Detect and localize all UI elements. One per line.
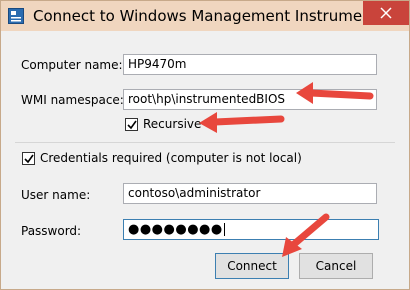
close-button[interactable] (363, 1, 409, 25)
user-name-input[interactable]: contoso\administrator (123, 183, 377, 204)
computer-name-label: Computer name: (21, 58, 123, 72)
title-bar[interactable]: Connect to Windows Management Instrument… (1, 1, 410, 31)
separator (15, 142, 395, 143)
credentials-checkbox[interactable] (22, 152, 35, 165)
recursive-checkbox[interactable] (125, 118, 138, 131)
checkmark-icon (24, 154, 34, 164)
window-title: Connect to Windows Management Instrument… (33, 7, 410, 25)
wmi-namespace-label: WMI namespace: (21, 93, 124, 107)
dialog-window: Connect to Windows Management Instrument… (0, 0, 410, 290)
computer-name-input[interactable]: HP9470m (123, 54, 377, 75)
close-icon (380, 7, 392, 19)
connect-button[interactable]: Connect (215, 253, 289, 279)
user-name-label: User name: (21, 188, 91, 202)
text-caret (223, 223, 225, 236)
password-input[interactable]: ●●●●●●●● (123, 219, 379, 240)
cancel-button[interactable]: Cancel (299, 253, 373, 279)
recursive-label[interactable]: Recursive (143, 117, 201, 131)
app-icon (8, 8, 24, 24)
wmi-namespace-input[interactable]: root\hp\instrumentedBIOS (123, 89, 377, 110)
credentials-label[interactable]: Credentials required (computer is not lo… (40, 151, 302, 165)
dialog-body: Computer name: HP9470m WMI namespace: ro… (9, 31, 401, 283)
checkmark-icon (127, 120, 137, 130)
password-label: Password: (21, 224, 82, 238)
password-value: ●●●●●●●● (128, 222, 223, 237)
